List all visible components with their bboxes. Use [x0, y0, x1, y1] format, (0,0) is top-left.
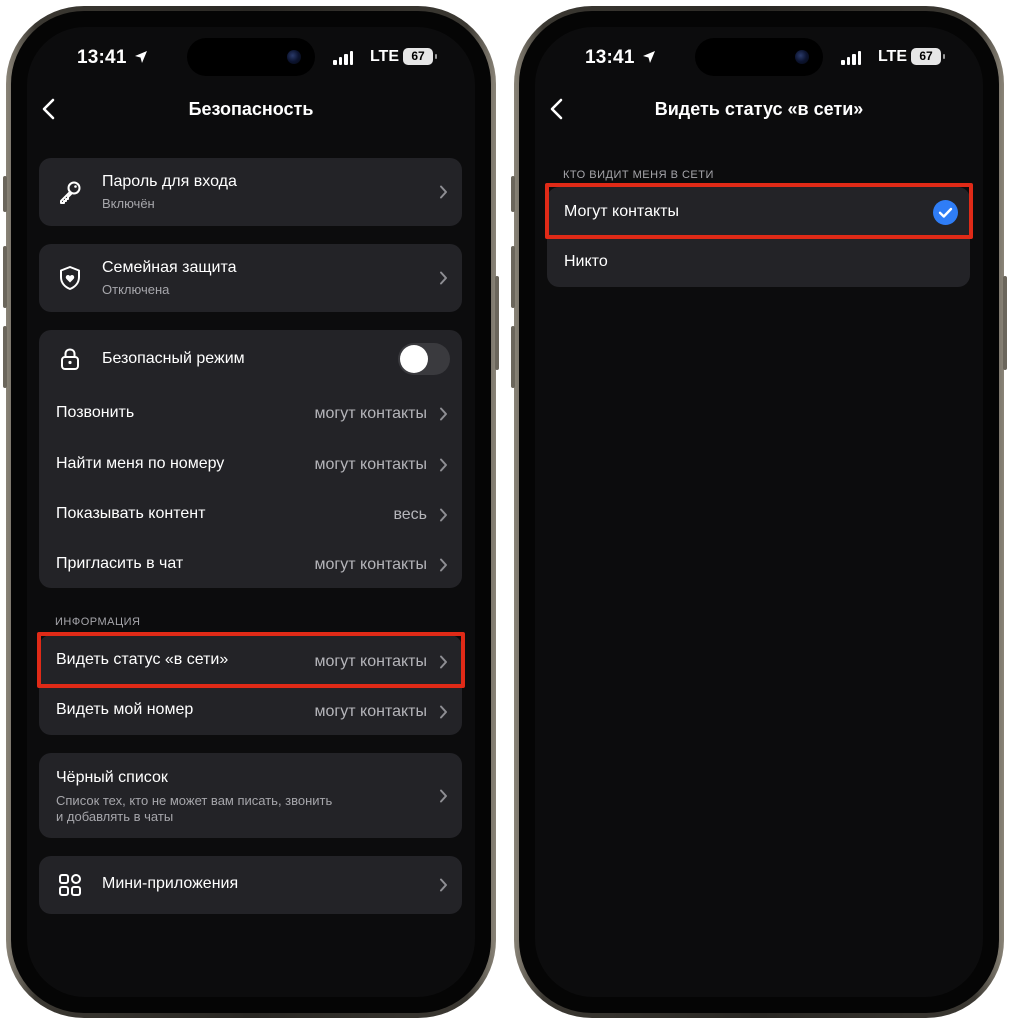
phone-left: 13:41 LTE 67 Безопасность Пароль для вхо… [3, 6, 499, 1018]
password-status: Включён [102, 196, 155, 211]
option-label: Никто [564, 253, 608, 270]
mini-apps-row[interactable]: Мини-приложения [39, 856, 462, 914]
privacy-card: Безопасный режим Позвонить могут контакт… [39, 330, 462, 588]
highlight-box [37, 632, 465, 688]
status-bar: 13:41 LTE 67 [535, 45, 983, 73]
chevron-right-icon [440, 558, 447, 572]
lock-icon [61, 348, 79, 370]
settings-row-find-by-number[interactable]: Найти меня по номеру могут контакты [39, 438, 462, 488]
volume-down-button [3, 326, 7, 388]
key-icon [60, 181, 81, 204]
battery-icon: 67 [911, 48, 945, 65]
location-arrow-icon [643, 51, 655, 63]
signal-icon [333, 51, 353, 65]
settings-row-show-content[interactable]: Показывать контент весь [39, 488, 462, 538]
safe-mode-label: Безопасный режим [102, 350, 245, 367]
mini-apps-label: Мини-приложения [102, 875, 239, 892]
password-card[interactable]: Пароль для входа Включён [39, 158, 462, 226]
power-button [1003, 276, 1007, 370]
battery-level: 67 [411, 49, 425, 63]
status-time: 13:41 [585, 47, 635, 68]
apps-grid-icon [59, 874, 81, 896]
settings-value: весь [393, 506, 427, 523]
security-screen: 13:41 LTE 67 Безопасность Пароль для вхо… [27, 27, 475, 997]
blacklist-label: Чёрный список [56, 769, 168, 786]
phone-right: 13:41 LTE 67 Видеть статус «в сети» КТО … [511, 6, 1007, 1018]
network-type: LTE [369, 48, 399, 65]
family-status: Отключена [102, 282, 170, 297]
page-title: Видеть статус «в сети» [654, 99, 864, 119]
settings-label: Найти меня по номеру [56, 455, 225, 472]
option-nobody[interactable]: Никто [547, 237, 970, 287]
settings-row-invite-to-chat[interactable]: Пригласить в чат могут контакты [39, 538, 462, 588]
info-value: могут контакты [314, 703, 427, 720]
settings-label: Позвонить [56, 404, 135, 421]
settings-label: Показывать контент [56, 505, 206, 522]
chevron-right-icon [440, 789, 447, 803]
settings-value: могут контакты [314, 556, 427, 573]
settings-row-call[interactable]: Позвонить могут контакты [39, 388, 462, 438]
family-card[interactable]: Семейная защита Отключена [39, 244, 462, 312]
password-label: Пароль для входа [102, 173, 237, 190]
chevron-right-icon [440, 407, 447, 421]
action-button [3, 176, 7, 212]
safe-mode-toggle[interactable] [398, 343, 450, 375]
settings-value: могут контакты [314, 405, 427, 422]
network-type: LTE [877, 48, 907, 65]
volume-up-button [3, 246, 7, 308]
location-arrow-icon [135, 51, 147, 63]
password-row[interactable]: Пароль для входа Включён [39, 158, 462, 226]
online-status-screen: 13:41 LTE 67 Видеть статус «в сети» КТО … [535, 27, 983, 997]
family-label: Семейная защита [102, 259, 237, 276]
volume-up-button [511, 246, 515, 308]
power-button [495, 276, 499, 370]
blacklist-row[interactable]: Чёрный список Список тех, кто не может в… [39, 753, 462, 838]
toggle-knob [400, 345, 428, 373]
chevron-right-icon [440, 458, 447, 472]
action-button [511, 176, 515, 212]
highlight-box [545, 183, 973, 239]
volume-down-button [511, 326, 515, 388]
shield-heart-icon [60, 266, 80, 290]
chevron-right-icon [440, 508, 447, 522]
settings-value: могут контакты [314, 456, 427, 473]
section-header-info: ИНФОРМАЦИЯ [55, 616, 141, 628]
chevron-right-icon [440, 878, 447, 892]
chevron-right-icon [440, 271, 447, 285]
status-bar: 13:41 LTE 67 [27, 45, 475, 73]
nav-bar: Безопасность [27, 87, 475, 131]
info-label: Видеть мой номер [56, 701, 194, 718]
section-header-who-sees: КТО ВИДИТ МЕНЯ В СЕТИ [563, 169, 714, 181]
safe-mode-row: Безопасный режим [39, 330, 462, 388]
chevron-right-icon [440, 185, 447, 199]
battery-level: 67 [919, 49, 933, 63]
blacklist-card[interactable]: Чёрный список Список тех, кто не может в… [39, 753, 462, 838]
mini-apps-card[interactable]: Мини-приложения [39, 856, 462, 914]
blacklist-description-line1: Список тех, кто не может вам писать, зво… [56, 793, 333, 808]
family-row[interactable]: Семейная защита Отключена [39, 244, 462, 312]
blacklist-description-line2: и добавлять в чаты [56, 809, 174, 824]
status-time: 13:41 [77, 47, 127, 68]
settings-label: Пригласить в чат [56, 555, 184, 572]
page-title: Безопасность [188, 99, 314, 119]
signal-icon [841, 51, 861, 65]
battery-icon: 67 [403, 48, 437, 65]
info-row-my-number[interactable]: Видеть мой номер могут контакты [39, 685, 462, 735]
nav-bar: Видеть статус «в сети» [535, 87, 983, 131]
chevron-right-icon [440, 705, 447, 719]
